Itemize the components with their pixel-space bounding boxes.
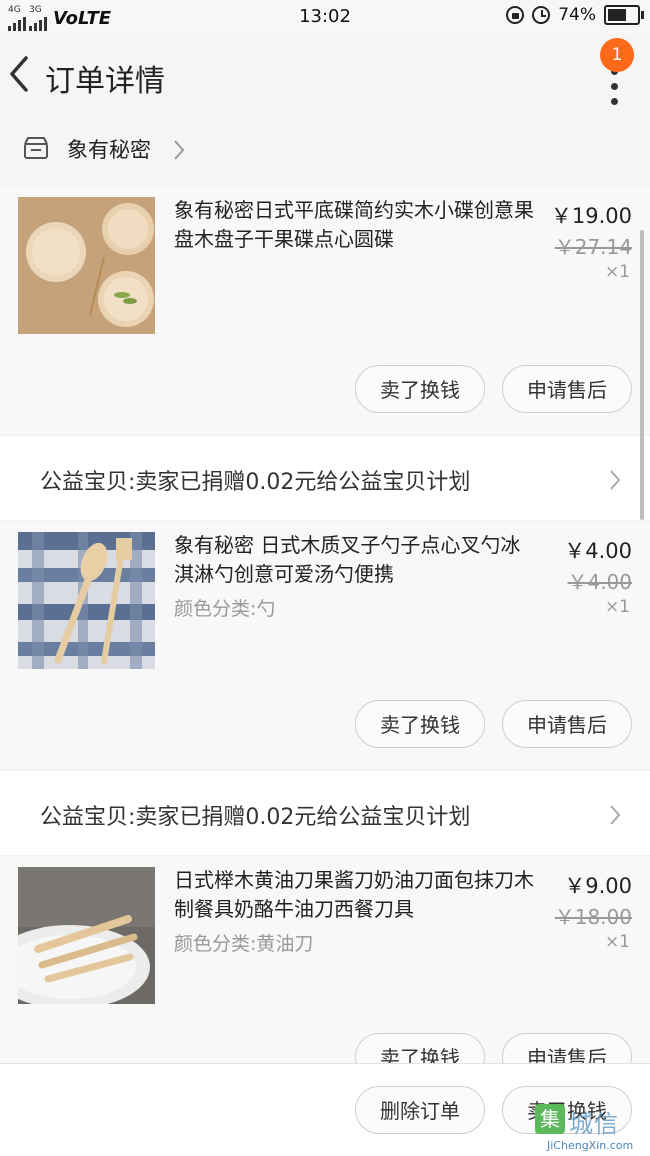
chevron-right-icon: [610, 470, 621, 490]
after-sale-button[interactable]: 申请售后: [502, 365, 632, 413]
charity-note-text: 公益宝贝:卖家已捐赠0.02元给公益宝贝计划: [40, 805, 471, 830]
product-variant: 颜色分类:勺: [174, 598, 276, 620]
page-title: 订单详情: [45, 64, 165, 99]
after-sale-button[interactable]: 申请售后: [502, 1033, 632, 1063]
product-quantity: ×1: [604, 932, 630, 952]
watermark-url: JiChengXin.com: [547, 1139, 634, 1152]
charity-note-row[interactable]: 公益宝贝:卖家已捐赠0.02元给公益宝贝计划: [0, 771, 650, 855]
rotation-lock-icon: [506, 6, 525, 24]
notification-badge: 1: [600, 38, 634, 72]
order-item[interactable]: 象有秘密 日式木质叉子勺子点心叉勺冰淇淋勺创意可爱汤勺便携 颜色分类:勺 ￥4.…: [0, 521, 650, 769]
charity-note-row[interactable]: 公益宝贝:卖家已捐赠0.02元给公益宝贝计划: [0, 436, 650, 520]
after-sale-button[interactable]: 申请售后: [502, 700, 632, 748]
product-price: ￥19.00: [550, 204, 632, 228]
watermark-logo-icon: 集: [535, 1104, 565, 1134]
alarm-icon: [532, 6, 551, 24]
battery-percent: 74%: [558, 5, 596, 25]
back-button[interactable]: [4, 52, 44, 102]
title-bar: 订单详情: [0, 34, 650, 120]
product-original-price: ￥27.14: [554, 235, 632, 259]
product-price: ￥9.00: [564, 874, 632, 898]
more-vertical-icon: [608, 68, 620, 105]
shop-name: 象有秘密: [67, 138, 151, 162]
product-quantity: ×1: [604, 597, 630, 617]
battery-icon: [604, 5, 644, 25]
status-bar: 4G 3G VoLTE 13:02 74%: [0, 0, 650, 34]
scrollbar[interactable]: [640, 230, 644, 520]
product-variant: 颜色分类:黄油刀: [174, 933, 314, 955]
product-name: 象有秘密日式平底碟简约实木小碟创意果盘木盘子干果碟点心圆碟: [174, 198, 534, 251]
product-image: [18, 532, 155, 669]
watermark-text: 城信: [569, 1110, 619, 1138]
more-menu-button[interactable]: [608, 68, 620, 118]
charity-note-text: 公益宝贝:卖家已捐赠0.02元给公益宝贝计划: [40, 470, 471, 495]
status-right: 74%: [506, 5, 644, 25]
chevron-right-icon: [610, 805, 621, 825]
product-price: ￥4.00: [564, 539, 632, 563]
product-original-price: ￥18.00: [554, 905, 632, 929]
order-item[interactable]: 象有秘密日式平底碟简约实木小碟创意果盘木盘子干果碟点心圆碟 ￥19.00 ￥27…: [0, 186, 650, 434]
product-original-price: ￥4.00: [567, 570, 632, 594]
product-quantity: ×1: [604, 262, 630, 282]
product-image: [18, 197, 155, 334]
order-item[interactable]: 日式榉木黄油刀果酱刀奶油刀面包抹刀木制餐具奶酪牛油刀西餐刀具 颜色分类:黄油刀 …: [0, 856, 650, 1063]
sell-button[interactable]: 卖了换钱: [355, 1033, 485, 1063]
product-name: 日式榉木黄油刀果酱刀奶油刀面包抹刀木制餐具奶酪牛油刀西餐刀具: [174, 868, 534, 921]
product-name: 象有秘密 日式木质叉子勺子点心叉勺冰淇淋勺创意可爱汤勺便携: [174, 533, 521, 586]
back-arrow-icon: [10, 56, 28, 92]
shop-row[interactable]: 象有秘密: [0, 120, 650, 186]
delete-order-button[interactable]: 删除订单: [355, 1086, 485, 1134]
product-image: [18, 867, 155, 1004]
site-watermark: 集 城信 JiChengXin.com: [535, 1104, 650, 1155]
chevron-right-icon: [174, 140, 185, 160]
sell-button[interactable]: 卖了换钱: [355, 365, 485, 413]
sell-button[interactable]: 卖了换钱: [355, 700, 485, 748]
store-icon: [24, 137, 48, 159]
